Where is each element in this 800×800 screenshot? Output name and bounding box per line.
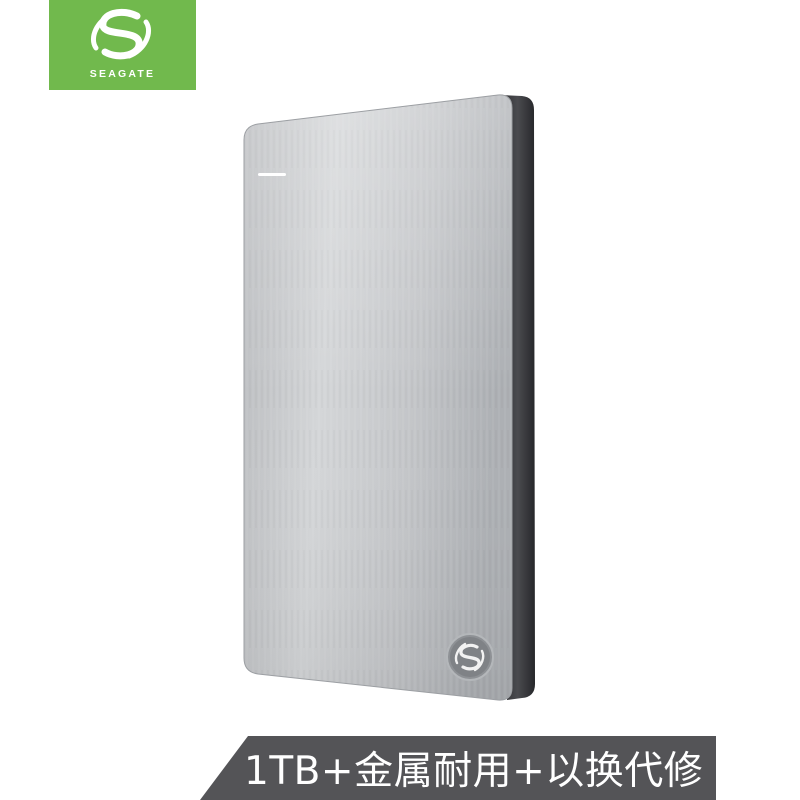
promo-banner: [200, 736, 716, 800]
promo-banner-text: 1TB+金属耐用+以换代修: [244, 749, 704, 794]
